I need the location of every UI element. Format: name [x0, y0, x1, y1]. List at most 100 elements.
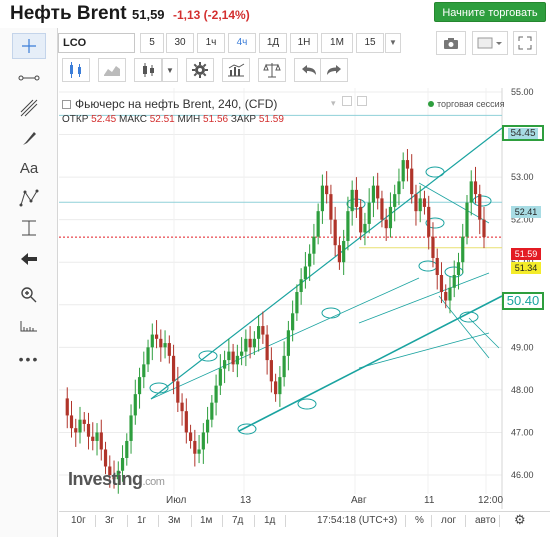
timeframe-30[interactable]: 30	[166, 33, 194, 53]
header: Нефть Brent 51,59 -1,13 (-2,14%) Начните…	[0, 0, 550, 28]
candle-body	[359, 206, 363, 233]
price-chart[interactable]: 55.0054.0053.0052.0051.0050.0049.0048.00…	[59, 87, 550, 509]
candle-body	[350, 189, 354, 212]
indicators-icon[interactable]	[62, 58, 90, 82]
logo-suffix: .com	[142, 476, 165, 488]
legend-close-icon[interactable]	[356, 96, 367, 106]
candle-body	[418, 198, 422, 212]
settings-gear-icon[interactable]	[186, 58, 214, 82]
candle-body	[444, 292, 448, 301]
investing-logo: Investing.com	[68, 469, 165, 490]
candle-body	[308, 253, 312, 267]
chart-type-dropdown-icon[interactable]: ▼	[162, 58, 178, 82]
candle-body	[482, 219, 486, 238]
high-value: 52.51	[149, 114, 175, 125]
x-tick-13: 13	[240, 495, 252, 506]
log-toggle[interactable]: лог	[441, 515, 456, 526]
timeframe-dropdown-icon[interactable]: ▼	[385, 33, 401, 53]
symbol-input[interactable]: LCO	[58, 33, 135, 53]
percent-toggle[interactable]: %	[415, 515, 424, 526]
pattern-icon[interactable]	[12, 185, 46, 211]
fibonacci-icon[interactable]	[12, 95, 46, 121]
candle-body	[65, 398, 69, 416]
close-label: ЗАКР	[230, 114, 257, 125]
candle-body	[171, 355, 176, 382]
candle-body	[218, 368, 222, 386]
candle-body	[146, 347, 150, 365]
candle-body	[291, 313, 295, 331]
start-trading-button[interactable]: Начните торговать	[434, 2, 546, 22]
auto-toggle[interactable]: авто	[475, 515, 496, 526]
candle-body	[414, 194, 418, 212]
fullscreen-icon[interactable]	[513, 31, 537, 55]
candle-body	[197, 449, 201, 454]
camera-icon[interactable]	[436, 31, 466, 55]
price-tag-52-41: 52.41	[511, 206, 541, 218]
x-tick-aug: Авг	[351, 495, 367, 506]
candle-body	[431, 236, 435, 258]
compare-scales-icon[interactable]	[258, 58, 286, 82]
timeframe-1m[interactable]: 1М	[321, 33, 353, 53]
timeframe-5[interactable]: 5	[140, 33, 164, 53]
candle-body	[469, 181, 473, 203]
measure-icon[interactable]	[12, 215, 46, 241]
range-1m[interactable]: 1м	[200, 515, 212, 526]
ohlc-values: ОТКР 52.45 МАКС 52.51 МИН 51.56 ЗАКР 51.…	[62, 114, 284, 125]
session-label: торговая сессия	[437, 99, 505, 109]
area-chart-icon[interactable]	[98, 58, 126, 82]
range-10y[interactable]: 10г	[71, 515, 86, 526]
candle-body	[299, 279, 303, 293]
zoom-icon[interactable]	[12, 282, 46, 308]
candle-body	[129, 415, 133, 441]
timeframe-4h[interactable]: 4ч	[228, 33, 256, 53]
candle-body	[461, 236, 465, 263]
y-tick-label: 55.00	[511, 88, 534, 97]
more-icon[interactable]: •••	[12, 346, 46, 372]
range-3y[interactable]: 3г	[105, 515, 114, 526]
undo-icon[interactable]	[294, 58, 322, 82]
channel-line	[238, 295, 503, 432]
range-1d[interactable]: 1д	[264, 515, 275, 526]
studies-icon[interactable]	[222, 58, 250, 82]
legend-settings-icon[interactable]	[342, 96, 353, 106]
candle-body	[180, 402, 184, 412]
lower-channel-price-box: 50.40	[502, 292, 544, 310]
candle-body	[269, 360, 273, 382]
candle-body	[133, 394, 137, 416]
candlestick-icon[interactable]	[134, 58, 162, 82]
redo-icon[interactable]	[320, 58, 348, 82]
open-value: 52.45	[91, 114, 117, 125]
back-arrow-icon[interactable]	[12, 246, 46, 272]
legend-dropdown-icon[interactable]: ▾	[331, 98, 336, 108]
candle-body	[91, 436, 95, 441]
timeframe-1h[interactable]: 1ч	[197, 33, 225, 53]
collapse-legend-icon[interactable]	[62, 100, 71, 109]
layout-select[interactable]	[472, 31, 508, 55]
candle-body	[316, 211, 320, 237]
brush-icon[interactable]	[12, 125, 46, 151]
pivot-marker	[297, 398, 317, 410]
y-tick-label: 53.00	[511, 172, 534, 182]
range-3m[interactable]: 3м	[168, 515, 180, 526]
candle-body	[222, 360, 227, 369]
chart-settings-gear-icon[interactable]: ⚙	[514, 512, 526, 528]
trend-line-icon[interactable]	[12, 65, 46, 91]
crosshair-icon[interactable]	[12, 33, 46, 59]
timeframe-15[interactable]: 15	[356, 33, 384, 53]
y-tick-label: 49.00	[511, 342, 534, 352]
timeframe-toolbar: LCO 5 30 1ч 4ч 1Д 1Н 1М 15 ▼	[58, 31, 550, 55]
logo-brand: Investing	[68, 469, 143, 489]
range-bar: 10г 3г 1г 3м 1м 7д 1д 17:54:18 (UTC+3) %…	[59, 511, 550, 529]
candle-body	[448, 287, 452, 301]
candle-body	[320, 185, 325, 212]
text-tool-icon[interactable]: Aa	[12, 155, 46, 181]
range-7d[interactable]: 7д	[232, 515, 243, 526]
ruler-icon[interactable]	[12, 313, 46, 339]
timeframe-1d[interactable]: 1Д	[259, 33, 287, 53]
range-1y[interactable]: 1г	[137, 515, 146, 526]
timeframe-1w[interactable]: 1Н	[290, 33, 318, 53]
candle-body	[154, 334, 159, 339]
candle-body	[163, 343, 167, 348]
candle-body	[274, 381, 278, 395]
candle-body	[125, 440, 129, 458]
